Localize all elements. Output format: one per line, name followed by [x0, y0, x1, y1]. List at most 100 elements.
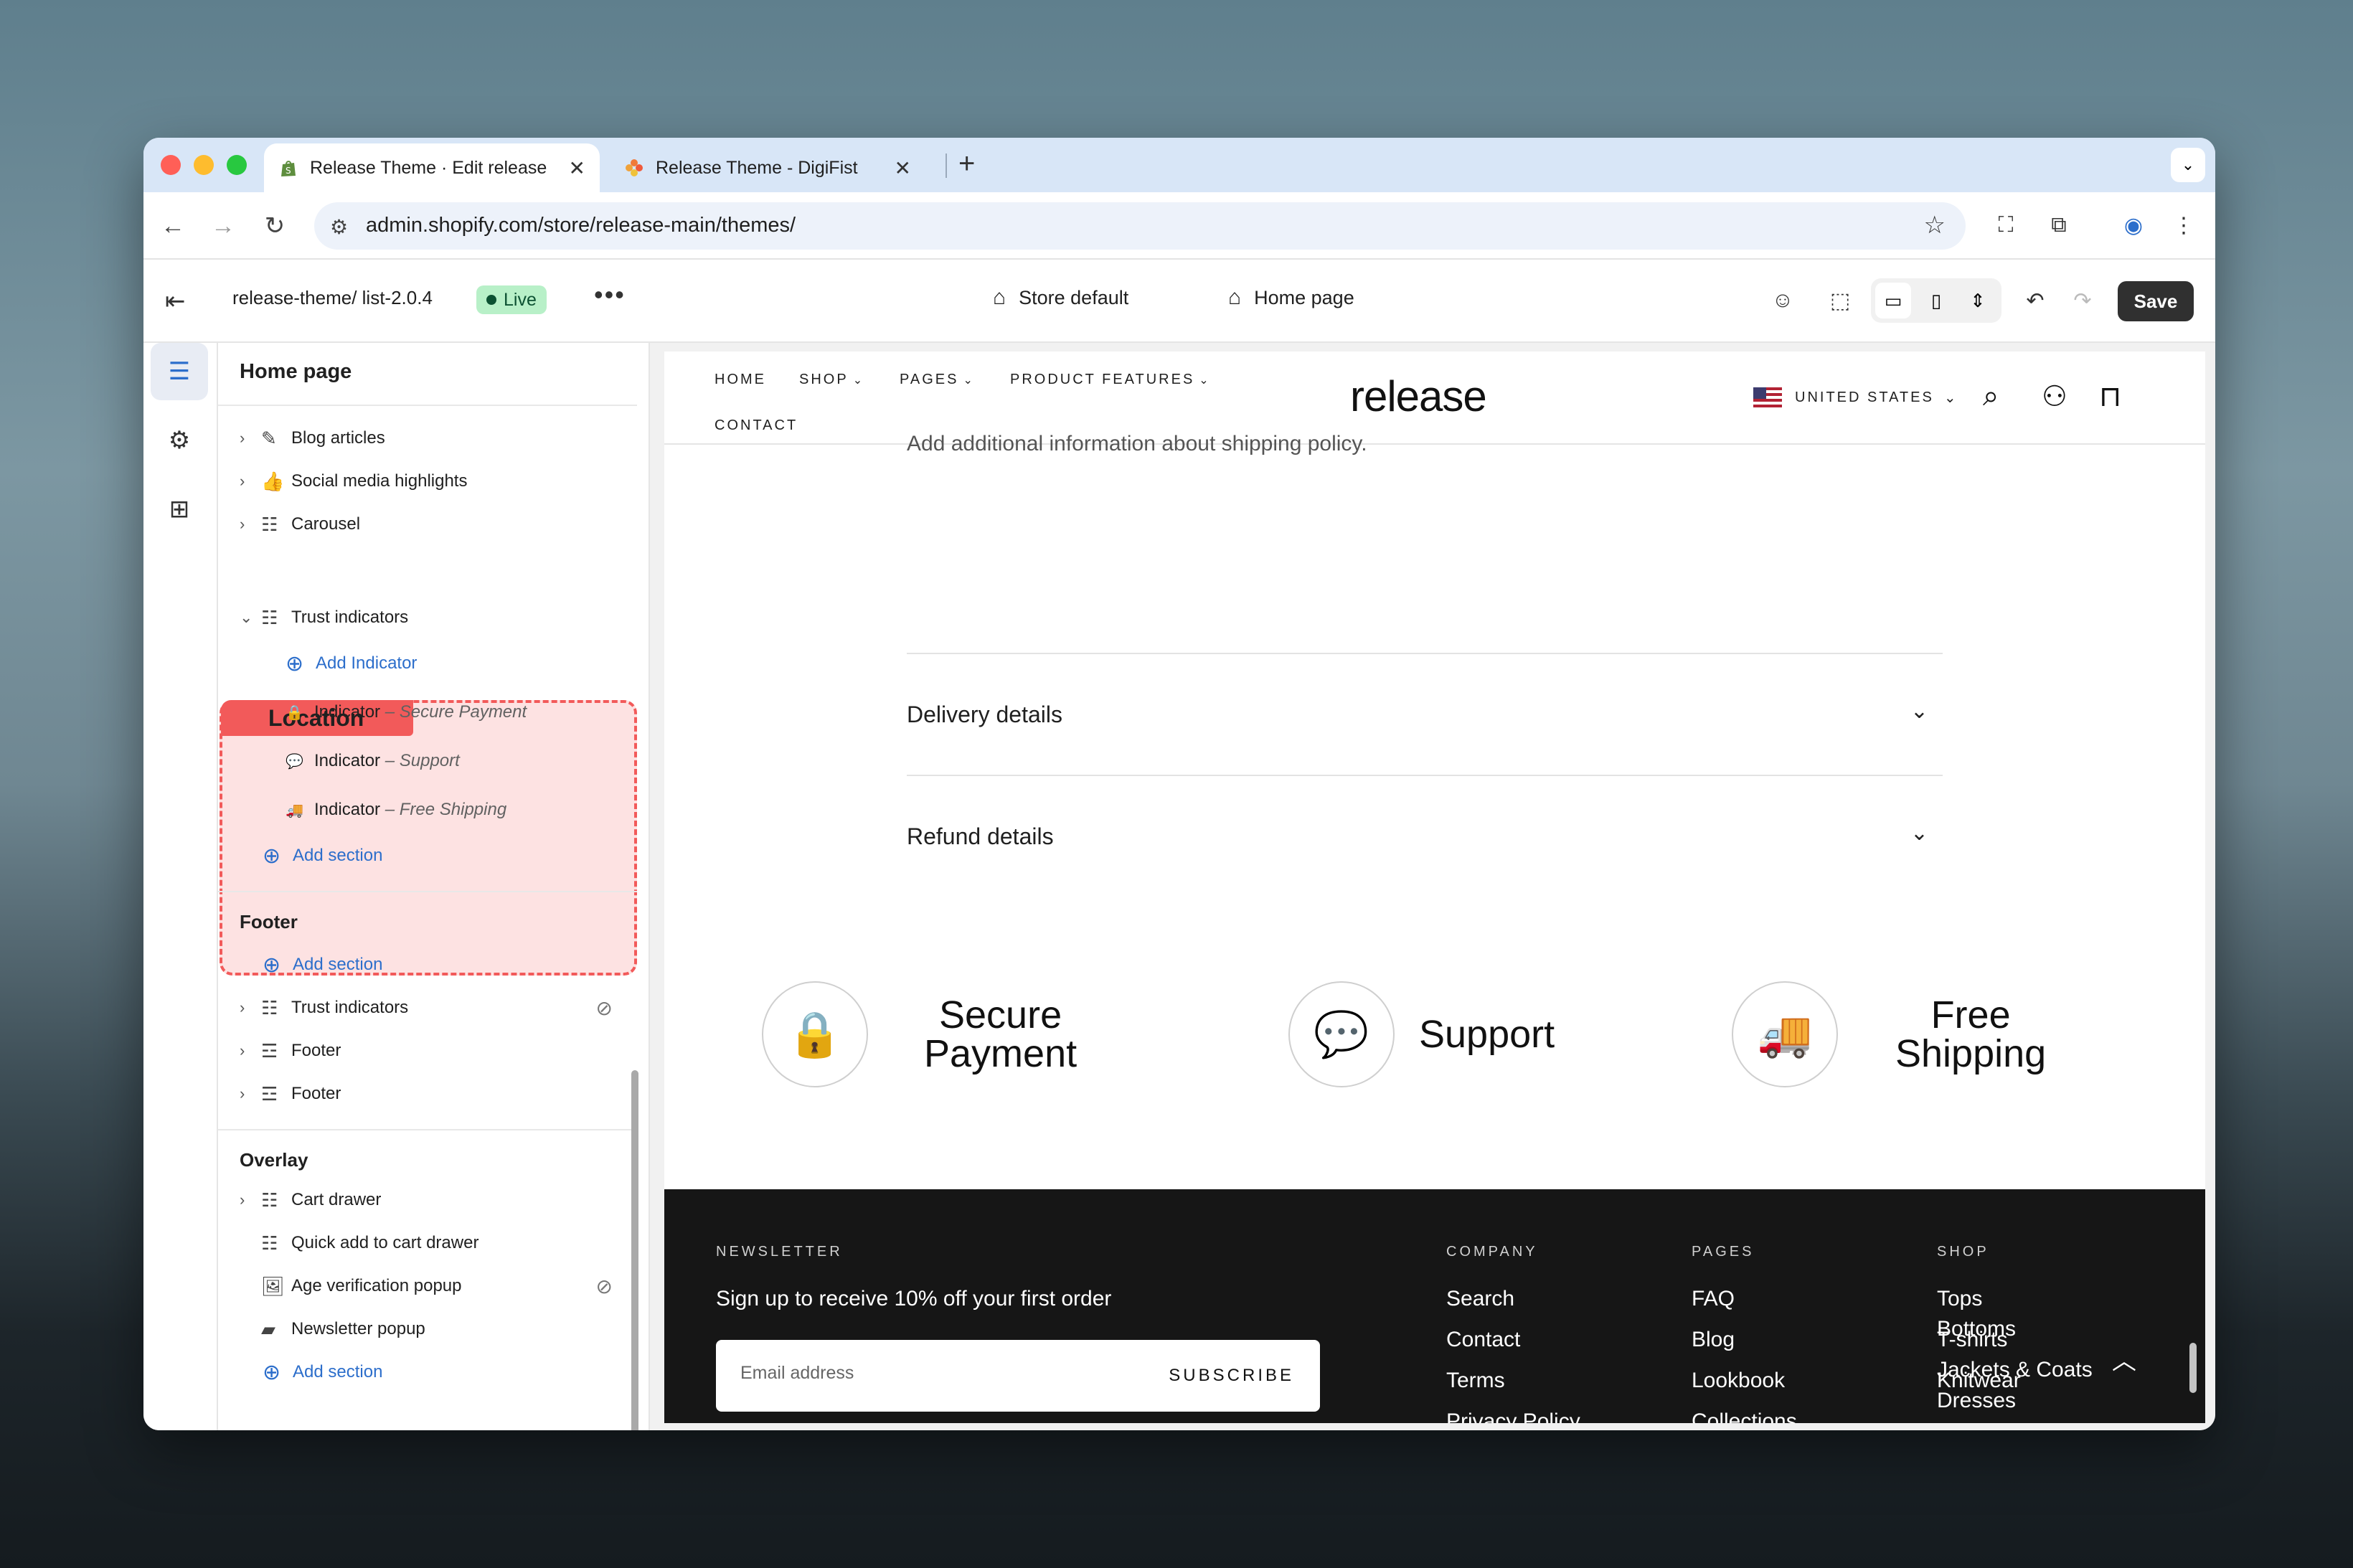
mobile-preview-icon[interactable]: ▯	[1918, 283, 1954, 318]
url-text[interactable]: admin.shopify.com/store/release-main/the…	[366, 214, 796, 237]
add-section-button[interactable]: ⊕ Add section	[263, 838, 382, 874]
nav-home[interactable]: HOME	[715, 372, 766, 388]
overlay-item-cart-drawer[interactable]: › ☷ Cart drawer	[240, 1182, 381, 1218]
profile-avatar-icon[interactable]: ◉	[2118, 209, 2149, 241]
faq-row-refund[interactable]: Refund details ⌄	[907, 775, 1943, 897]
nav-product-features[interactable]: PRODUCT FEATURES ⌄	[1010, 372, 1211, 388]
overlay-item-age-verification[interactable]: 🖼 Age verification popup ⊘	[240, 1268, 641, 1304]
cart-bag-icon[interactable]: ⊓	[2099, 380, 2121, 413]
footer-link[interactable]: Tops	[1937, 1287, 1982, 1311]
tab-shopify-editor[interactable]: S Release Theme · Edit release ✕	[264, 143, 600, 192]
sections-icon[interactable]: ☰	[151, 343, 208, 400]
search-icon[interactable]: ⌕	[1983, 380, 1999, 412]
indicator-free-shipping[interactable]: 🚚 Indicator – Free Shipping	[286, 792, 506, 828]
add-indicator-button[interactable]: ⊕ Add Indicator	[286, 646, 417, 681]
chevron-right-icon[interactable]: ›	[240, 515, 261, 534]
browser-menu-kebab-icon[interactable]: ⋮	[2168, 209, 2199, 241]
chevron-right-icon[interactable]: ›	[240, 472, 261, 491]
back-arrow-icon[interactable]: ←	[155, 208, 191, 244]
undo-icon[interactable]: ↶	[2016, 281, 2055, 320]
more-actions-icon[interactable]: •••	[594, 280, 626, 310]
footer-item-footer-2[interactable]: › ☲ Footer	[240, 1076, 341, 1112]
section-layout-icon: ☷	[261, 1232, 278, 1254]
exit-editor-icon[interactable]: ⇤	[165, 287, 186, 316]
store-default-selector[interactable]: ⌂ Store default	[993, 285, 1128, 310]
faq-row-delivery[interactable]: Delivery details ⌄	[907, 653, 1943, 775]
footer-link[interactable]: Jackets & Coats	[1937, 1358, 2093, 1382]
hidden-eye-off-icon[interactable]: ⊘	[596, 996, 613, 1020]
footer-add-section-button[interactable]: ⊕ Add section	[263, 947, 382, 983]
footer-link[interactable]: Privacy Policy	[1446, 1409, 1580, 1423]
footer-link[interactable]: Bottoms	[1937, 1317, 2016, 1341]
country-selector[interactable]: UNITED STATES ⌄	[1753, 387, 1958, 407]
footer-link[interactable]: Contact	[1446, 1328, 1520, 1352]
overlay-item-newsletter-popup[interactable]: ▰ Newsletter popup	[240, 1311, 425, 1347]
screen-capture-icon[interactable]: ⛶	[1990, 209, 2022, 241]
chevron-right-icon[interactable]: ›	[240, 1085, 261, 1103]
bookmark-star-icon[interactable]: ☆	[1924, 211, 1946, 240]
reload-icon[interactable]: ↻	[257, 208, 293, 244]
address-bar[interactable]: ⚙ admin.shopify.com/store/release-main/t…	[314, 202, 1966, 250]
minimize-window-button[interactable]	[194, 155, 214, 175]
subscribe-button[interactable]: SUBSCRIBE	[1169, 1366, 1294, 1386]
hidden-eye-off-icon[interactable]: ⊘	[596, 1275, 613, 1298]
close-tab-icon[interactable]: ✕	[569, 156, 585, 180]
sidekick-icon[interactable]: ☺	[1763, 281, 1802, 320]
sidebar-item-label: Trust indicators	[291, 998, 409, 1017]
close-tab-icon[interactable]: ✕	[895, 156, 911, 180]
chevron-right-icon[interactable]: ›	[240, 1042, 261, 1060]
desktop-preview-icon[interactable]: ▭	[1875, 283, 1911, 318]
inspector-select-icon[interactable]: ⬚	[1821, 281, 1859, 320]
fullscreen-preview-icon[interactable]: ⇕	[1960, 283, 1996, 318]
tab-digifist[interactable]: Release Theme - DigiFist ✕	[610, 143, 925, 192]
sidebar-item-blog-articles[interactable]: › ✎ Blog articles	[240, 420, 385, 456]
footer-link[interactable]: Terms	[1446, 1369, 1505, 1393]
footer-link[interactable]: Lookbook	[1692, 1369, 1785, 1393]
sidebar-item-trust-indicators[interactable]: ⌄ ☷ Trust indicators	[240, 600, 408, 636]
sidebar-item-carousel[interactable]: › ☷ Carousel	[240, 506, 360, 542]
sidebar-item-label: Cart drawer	[291, 1190, 382, 1209]
overlay-item-quick-add[interactable]: ☷ Quick add to cart drawer	[240, 1225, 478, 1261]
footer-link[interactable]: Blog	[1692, 1328, 1735, 1352]
footer-link[interactable]: FAQ	[1692, 1287, 1735, 1311]
chevron-down-icon[interactable]: ⌄	[1910, 699, 1928, 724]
chevron-right-icon[interactable]: ›	[240, 1191, 261, 1209]
theme-settings-gear-icon[interactable]: ⚙	[151, 412, 208, 469]
store-logo[interactable]: release	[1350, 372, 1487, 421]
chevron-right-icon[interactable]: ›	[240, 429, 261, 448]
extensions-puzzle-icon[interactable]: ⧉	[2043, 209, 2075, 241]
trust-label: Support	[1419, 1015, 1555, 1054]
site-settings-icon[interactable]: ⚙	[330, 215, 348, 239]
chevron-down-icon[interactable]: ⌄	[1910, 821, 1928, 846]
close-window-button[interactable]	[161, 155, 181, 175]
scroll-to-top-chevron-icon[interactable]: ︿	[2112, 1341, 2136, 1376]
indicator-support[interactable]: 💬 Indicator – Support	[286, 743, 460, 779]
forward-arrow-icon[interactable]: →	[205, 208, 241, 244]
footer-link[interactable]: Collections	[1692, 1409, 1797, 1423]
indicator-secure-payment[interactable]: 🔒 Indicator – Secure Payment	[286, 694, 527, 730]
section-layout-icon: ☷	[261, 606, 278, 628]
page-selector[interactable]: ⌂ Home page	[1228, 285, 1354, 310]
overlay-add-section-button[interactable]: ⊕ Add section	[263, 1354, 382, 1390]
nav-shop[interactable]: SHOP ⌄	[799, 372, 864, 388]
sidebar-scrollbar[interactable]	[631, 1070, 638, 1430]
maximize-window-button[interactable]	[227, 155, 247, 175]
sidebar-item-social-media-highlights[interactable]: › 👍 Social media highlights	[240, 463, 467, 499]
chevron-down-icon[interactable]: ⌄	[240, 608, 261, 627]
redo-icon[interactable]: ↷	[2063, 281, 2102, 320]
preview-scrollbar[interactable]	[2189, 1343, 2197, 1393]
nav-pages[interactable]: PAGES ⌄	[900, 372, 975, 388]
chevron-right-icon[interactable]: ›	[240, 998, 261, 1017]
email-input[interactable]	[740, 1363, 1142, 1384]
footer-item-footer[interactable]: › ☲ Footer	[240, 1033, 341, 1069]
new-tab-button[interactable]: +	[958, 148, 975, 180]
apps-icon[interactable]: ⊞	[151, 481, 208, 538]
nav-contact[interactable]: CONTACT	[715, 417, 798, 434]
account-icon[interactable]: ⚇	[2042, 380, 2067, 413]
tab-search-menu-button[interactable]: ⌄	[2171, 148, 2205, 182]
save-button[interactable]: Save	[2118, 281, 2194, 321]
footer-link[interactable]: Search	[1446, 1287, 1514, 1311]
footer-item-trust-indicators[interactable]: › ☷ Trust indicators ⊘	[240, 990, 641, 1026]
footer-link[interactable]: Dresses	[1937, 1389, 2016, 1413]
page-selector-label: Home page	[1254, 286, 1354, 308]
